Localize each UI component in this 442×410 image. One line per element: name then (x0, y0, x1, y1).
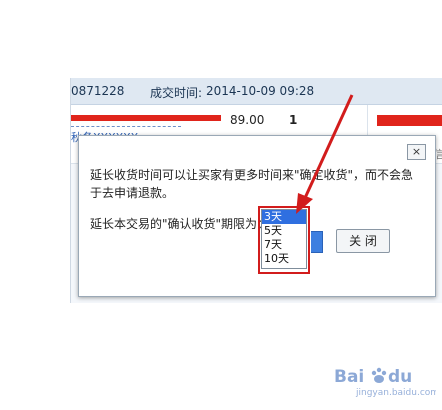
period-option-3d[interactable]: 3天 (262, 210, 306, 224)
dialog-message: 延长收货时间可以让买家有更多时间来"确定收货"，而不会急于去申请退款。 (90, 168, 414, 200)
watermark-sub: jingyan.baidu.com (355, 388, 436, 398)
close-icon[interactable]: × (407, 144, 426, 160)
baidu-watermark-icon: Bai du jingyan.baidu.com (334, 367, 436, 398)
period-label: 延长本交易的"确认收货"期限为： (90, 217, 270, 231)
period-option-10d[interactable]: 10天 (262, 252, 306, 266)
extend-receipt-dialog: × 延长收货时间可以让买家有更多时间来"确定收货"，而不会急于去申请退款。 延长… (78, 135, 436, 297)
close-button[interactable]: 关 闭 (336, 229, 390, 253)
svg-text:Bai: Bai (334, 367, 364, 387)
redaction-bar-right (377, 115, 442, 126)
order-id: 0871228 (71, 84, 125, 98)
watermark-brand: du (388, 367, 412, 387)
deal-time-label: 成交时间: (150, 86, 203, 100)
period-option-7d[interactable]: 7天 (262, 238, 306, 252)
deal-time-value: 2014-10-09 09:28 (206, 84, 315, 98)
period-select[interactable]: 3天 5天 7天 10天 (261, 209, 307, 269)
confirm-button[interactable] (311, 231, 323, 253)
redaction-bar (71, 115, 221, 121)
item-quantity: 1 (289, 113, 298, 127)
order-header: 0871228 成交时间: 2014-10-09 09:28 (71, 78, 442, 105)
item-price: 89.00 (230, 113, 265, 127)
period-option-5d[interactable]: 5天 (262, 224, 306, 238)
